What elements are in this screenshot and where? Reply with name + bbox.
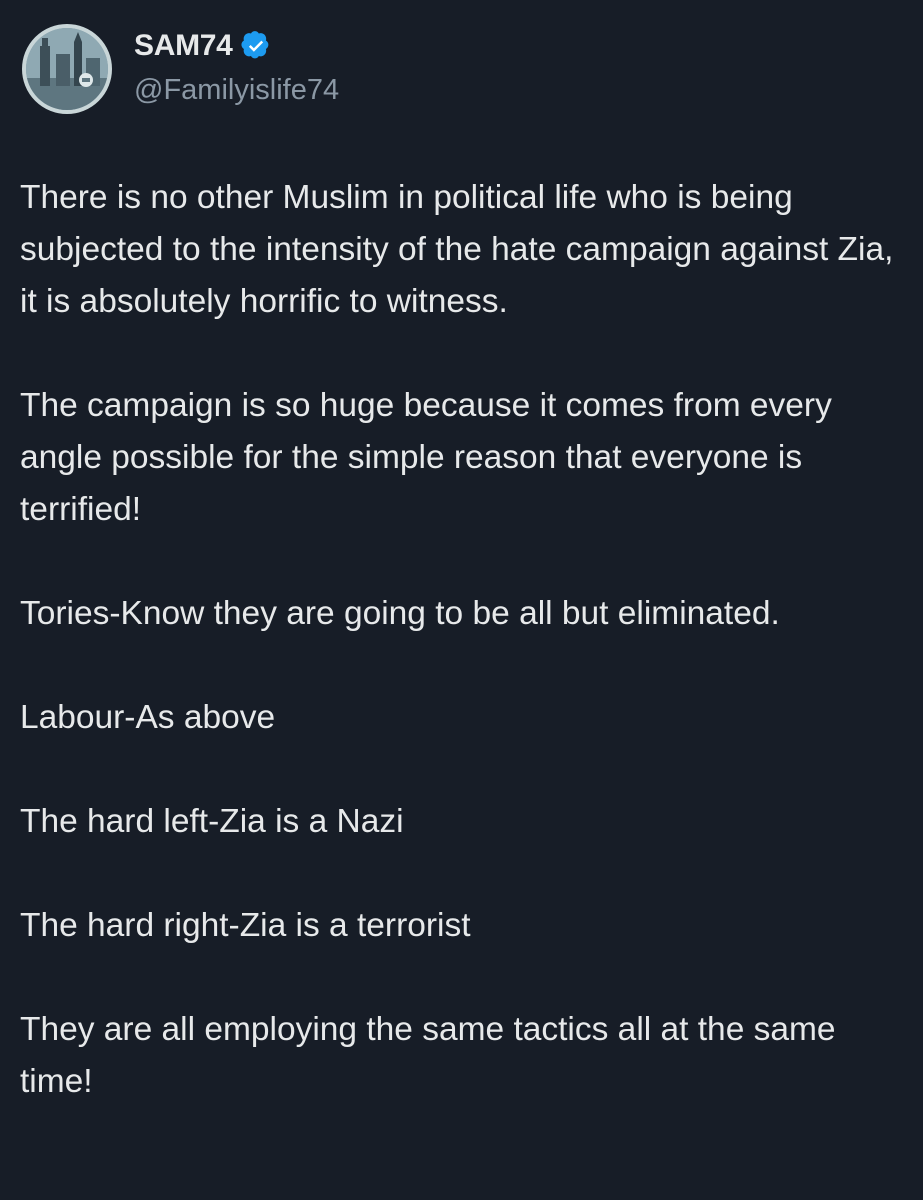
post-paragraph: There is no other Muslim in political li…	[20, 179, 894, 320]
post-text: There is no other Muslim in political li…	[20, 172, 900, 1108]
post-paragraph: Tories-Know they are going to be all but…	[20, 595, 780, 632]
post-paragraph: They are all employing the same tactics …	[20, 1011, 836, 1100]
post-paragraph: The hard left-Zia is a Nazi	[20, 803, 404, 840]
post-paragraph: Labour-As above	[20, 699, 276, 736]
avatar-image	[26, 28, 108, 110]
post-paragraph: The campaign is so huge because it comes…	[20, 387, 832, 528]
post-header: SAM74 @Familyislife74	[18, 20, 898, 120]
verified-badge-icon	[240, 31, 268, 59]
author-row: SAM74	[134, 28, 271, 64]
post-paragraph: The hard right-Zia is a terrorist	[20, 907, 471, 944]
avatar[interactable]	[22, 24, 112, 114]
author-display-name[interactable]: SAM74	[134, 29, 233, 63]
author-handle[interactable]: @Familyislife74	[134, 74, 339, 107]
